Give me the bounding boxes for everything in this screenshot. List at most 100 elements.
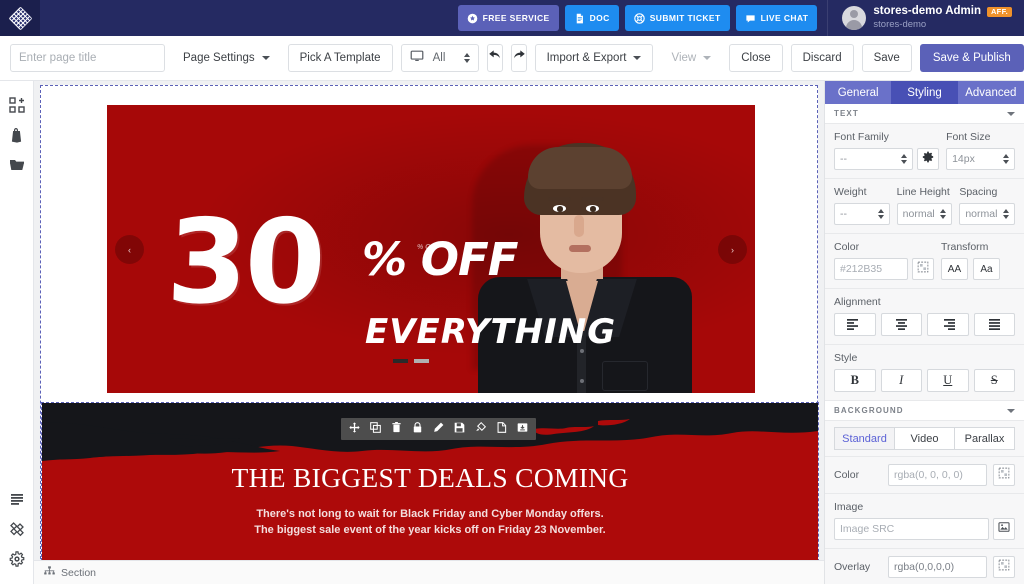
background-section-header[interactable]: BACKGROUND bbox=[825, 401, 1024, 421]
free-service-button[interactable]: FREE SERVICE bbox=[457, 5, 559, 31]
submit-ticket-label: SUBMIT TICKET bbox=[649, 13, 721, 23]
copy-style-icon bbox=[475, 420, 487, 438]
monitor-icon bbox=[410, 49, 424, 68]
edit-pencil-icon bbox=[433, 420, 444, 438]
import-export-dropdown[interactable]: Import & Export bbox=[534, 44, 654, 72]
edit-button[interactable] bbox=[428, 418, 449, 440]
bg-overlay-picker-button[interactable] bbox=[993, 556, 1015, 578]
save-button[interactable]: Save bbox=[861, 44, 912, 72]
pick-a-template-button[interactable]: Pick A Template bbox=[287, 44, 393, 72]
bg-image-browse-button[interactable] bbox=[993, 518, 1015, 540]
duplicate-button[interactable] bbox=[365, 418, 386, 440]
bg-overlay-input[interactable]: rgba(0,0,0,0) bbox=[888, 556, 987, 578]
page-settings-dropdown[interactable]: Page Settings bbox=[173, 44, 280, 72]
page-title-input[interactable] bbox=[10, 44, 165, 72]
discard-label: Discard bbox=[802, 52, 842, 64]
bg-color-picker-button[interactable] bbox=[993, 464, 1015, 486]
tab-general[interactable]: General bbox=[825, 81, 892, 104]
color-transform-row: Color Transform #212B35 AA Aa bbox=[825, 234, 1024, 289]
font-size-input[interactable]: 14px bbox=[946, 148, 1015, 170]
text-color-input[interactable]: #212B35 bbox=[834, 258, 908, 280]
bg-tab-video[interactable]: Video bbox=[894, 427, 955, 450]
close-button[interactable]: Close bbox=[729, 44, 783, 72]
transform-capitalize-button[interactable]: Aa bbox=[972, 258, 1000, 280]
bg-color-input[interactable]: rgba(0, 0, 0, 0) bbox=[888, 464, 987, 486]
line-height-input[interactable]: normal bbox=[896, 203, 953, 225]
app-logo[interactable] bbox=[0, 0, 40, 36]
rail-add-block-button[interactable] bbox=[0, 92, 34, 122]
submit-ticket-button[interactable]: SUBMIT TICKET bbox=[624, 5, 730, 31]
alignment-group bbox=[834, 313, 1015, 336]
user-avatar-icon bbox=[842, 6, 867, 30]
save-and-publish-button[interactable]: Save & Publish bbox=[919, 44, 1024, 72]
weight-select[interactable]: -- bbox=[834, 203, 890, 225]
delete-button[interactable] bbox=[386, 418, 407, 440]
live-chat-button[interactable]: LIVE CHAT bbox=[735, 5, 818, 31]
bg-tab-parallax[interactable]: Parallax bbox=[954, 427, 1015, 450]
tab-advanced[interactable]: Advanced bbox=[957, 81, 1024, 104]
discard-button[interactable]: Discard bbox=[790, 44, 854, 72]
copy-style-button[interactable] bbox=[470, 418, 491, 440]
star-badge-icon bbox=[467, 13, 478, 24]
doc-button[interactable]: DOC bbox=[564, 5, 619, 31]
paste-button[interactable] bbox=[491, 418, 512, 440]
bg-image-src-input[interactable]: Image SRC bbox=[834, 518, 989, 540]
user-menu[interactable]: stores-demo Admin AFF. stores-demo bbox=[827, 0, 1024, 36]
align-justify-button[interactable] bbox=[973, 313, 1015, 336]
view-dropdown[interactable]: View bbox=[661, 44, 721, 72]
hero-prev-arrow[interactable]: ‹ bbox=[115, 235, 144, 264]
device-value: All bbox=[432, 52, 446, 64]
align-center-button[interactable] bbox=[880, 313, 922, 336]
hero-banner-section[interactable]: 30 % OFF % OFF EVERYTHING ‹ › bbox=[107, 105, 755, 393]
user-text: stores-demo Admin AFF. stores-demo bbox=[873, 5, 1012, 30]
hero-tiny-off: % OFF bbox=[417, 244, 440, 251]
redo-arrow-icon bbox=[512, 49, 526, 68]
rail-library-button[interactable] bbox=[0, 152, 34, 182]
underline-button[interactable]: U bbox=[927, 369, 969, 392]
line-height-value: normal bbox=[902, 208, 935, 220]
panel-tabs: General Styling Advanced bbox=[825, 81, 1024, 104]
redo-button[interactable] bbox=[510, 44, 527, 72]
move-button[interactable] bbox=[344, 418, 365, 440]
user-name: stores-demo Admin bbox=[873, 5, 981, 18]
settings-gear-icon bbox=[9, 550, 25, 572]
rail-layers-button[interactable] bbox=[0, 486, 34, 516]
rail-settings-button[interactable] bbox=[0, 546, 34, 576]
diamond-grid-logo-icon bbox=[7, 5, 33, 31]
lock-button[interactable] bbox=[407, 418, 428, 440]
tab-styling[interactable]: Styling bbox=[891, 81, 958, 104]
transform-uppercase-button[interactable]: AA bbox=[940, 258, 968, 280]
background-section-title: BACKGROUND bbox=[834, 406, 904, 415]
left-rail bbox=[0, 81, 34, 584]
font-settings-button[interactable] bbox=[917, 148, 940, 170]
save-element-button[interactable] bbox=[449, 418, 470, 440]
hero-next-arrow[interactable]: › bbox=[718, 235, 747, 264]
align-right-button[interactable] bbox=[927, 313, 969, 336]
font-family-select[interactable]: -- bbox=[834, 148, 914, 170]
text-color-picker-button[interactable] bbox=[911, 258, 934, 280]
stepper-icon bbox=[940, 209, 947, 219]
close-label: Close bbox=[741, 52, 771, 64]
color-label: Color bbox=[834, 241, 860, 253]
page-canvas[interactable]: 30 % OFF % OFF EVERYTHING ‹ › THE BIGGES… bbox=[34, 81, 824, 560]
chevron-down-icon bbox=[1007, 111, 1015, 116]
strikethrough-button[interactable]: S bbox=[973, 369, 1015, 392]
save-disk-icon bbox=[454, 420, 465, 438]
bg-tab-standard[interactable]: Standard bbox=[834, 427, 895, 450]
text-section-header[interactable]: TEXT bbox=[825, 104, 1024, 124]
rail-addons-button[interactable] bbox=[0, 516, 34, 546]
device-selector[interactable]: All bbox=[400, 44, 479, 72]
spacing-input[interactable]: normal bbox=[959, 203, 1016, 225]
save-to-library-button[interactable] bbox=[512, 418, 533, 440]
text-color-value: #212B35 bbox=[840, 263, 883, 275]
color-picker-icon bbox=[917, 260, 929, 278]
style-group: B I U S bbox=[834, 369, 1015, 392]
align-center-icon bbox=[894, 319, 909, 330]
duplicate-icon bbox=[370, 420, 381, 438]
italic-button[interactable]: I bbox=[880, 369, 922, 392]
undo-button[interactable] bbox=[486, 44, 503, 72]
hero-slider-dashes[interactable] bbox=[393, 359, 429, 363]
rail-shopify-button[interactable] bbox=[0, 122, 34, 152]
bold-button[interactable]: B bbox=[834, 369, 876, 392]
align-left-button[interactable] bbox=[834, 313, 876, 336]
